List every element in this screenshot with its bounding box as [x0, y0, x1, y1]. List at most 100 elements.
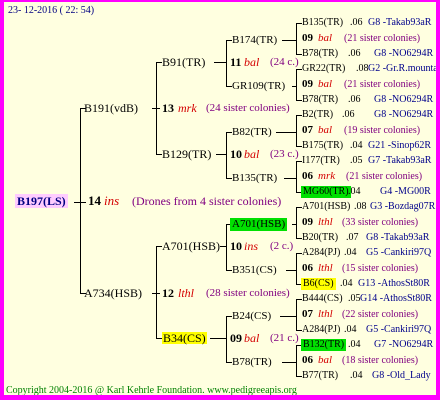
gen3-queen[interactable]: B24(CS)	[232, 311, 271, 322]
connector	[152, 293, 160, 294]
gen4-queen[interactable]: B6(CS)	[301, 278, 336, 290]
gen4-note: (19 sister colonies)	[344, 125, 421, 136]
gen2-note: (23 c.)	[270, 148, 299, 160]
root-species: ins	[104, 193, 120, 208]
dam-queen[interactable]: A734(HSB)	[84, 287, 142, 299]
gen4-fraction: .06	[348, 94, 361, 105]
root-queen[interactable]: B197(LS)	[15, 194, 68, 208]
gen4-generation: 07	[302, 124, 313, 136]
gen2-generation: 10	[230, 239, 242, 253]
gen1-note: (24 sister colonies)	[206, 102, 290, 114]
gen4-note: (15 sister colonies)	[342, 263, 419, 274]
gen4-queen[interactable]: B2(TR)	[302, 110, 333, 120]
gen4-queen[interactable]: B78(TR)	[302, 49, 338, 59]
gen2-queen[interactable]: B91(TR)	[162, 56, 205, 68]
connector	[156, 246, 157, 338]
gen4-origin: G8 -NO6294R	[374, 48, 434, 59]
gen3-queen[interactable]: B351(CS)	[232, 265, 277, 276]
gen4-origin: G2 -Gr.R.mounta	[368, 63, 436, 74]
gen3-queen[interactable]: A701(HSB)	[230, 218, 288, 231]
connector	[280, 316, 296, 317]
gen4-queen[interactable]: B77(TR)	[302, 371, 338, 381]
gen4-origin: G8 -NO6294R	[374, 109, 434, 120]
connector	[226, 224, 227, 270]
gen4-species: bal	[318, 124, 333, 136]
gen4-fraction: .08	[356, 63, 369, 74]
gen4-fraction: .04	[344, 247, 357, 258]
gen4-origin: G21 -Sinop62R	[368, 140, 432, 151]
connector	[292, 224, 296, 225]
gen4-queen[interactable]: A284(PJ)	[302, 248, 340, 258]
gen4-fraction: .05	[350, 155, 363, 166]
pedigree-chart: 23- 12-2016 ( 22: 54) B197(LS) 14 ins (D…	[4, 2, 436, 395]
gen3-queen[interactable]: B174(TR)	[232, 35, 277, 46]
connector	[296, 253, 297, 284]
connector	[74, 202, 86, 203]
gen4-origin: G5 -Cankiri97Q	[366, 324, 432, 335]
connector	[296, 161, 297, 192]
gen4-generation: 07	[302, 308, 313, 320]
gen2-queen[interactable]: B129(TR)	[162, 148, 211, 160]
gen4-queen[interactable]: MG60(TR)	[301, 186, 351, 198]
gen4-fraction: .04	[350, 370, 363, 381]
gen4-note: (33 sister colonies)	[342, 217, 419, 228]
gen4-queen[interactable]: B132(TR)	[301, 339, 347, 351]
sire-queen[interactable]: B191(vdB)	[84, 102, 138, 114]
gen4-queen[interactable]: B175(TR)	[302, 141, 343, 151]
gen2-note: (21 c.)	[270, 332, 299, 344]
gen4-origin: G5 -Cankiri97Q	[366, 247, 432, 258]
gen2-species: bal	[244, 147, 260, 161]
gen3-queen[interactable]: B82(TR)	[232, 127, 272, 138]
gen3-queen[interactable]: GR109(TR)	[232, 81, 285, 92]
gen4-fraction: .05	[348, 293, 361, 304]
gen4-origin: G7 -NO6294R	[374, 339, 434, 350]
gen4-queen[interactable]: B20(TR)	[302, 233, 338, 243]
gen4-species: bal	[318, 354, 333, 366]
gen2-note: (2 c.)	[270, 240, 294, 252]
gen3-queen[interactable]: B135(TR)	[232, 173, 277, 184]
copyright-footer: Copyright 2004-2016 @ Karl Kehrle Founda…	[6, 385, 297, 396]
gen2-queen[interactable]: A701(HSB)	[162, 240, 220, 252]
connector	[220, 246, 226, 247]
gen4-fraction: .06	[350, 17, 363, 28]
gen4-queen[interactable]: A701(HSB)	[302, 202, 350, 212]
gen2-generation: 10	[230, 147, 242, 161]
gen4-fraction: .04	[348, 186, 361, 197]
connector	[292, 86, 296, 87]
connector	[296, 299, 297, 330]
gen4-queen[interactable]: B135(TR)	[302, 18, 343, 28]
gen2-queen[interactable]: B34(CS)	[162, 332, 207, 344]
gen4-fraction: .08	[354, 201, 367, 212]
root-note: (Drones from 4 sister colonies)	[132, 194, 282, 208]
connector	[296, 207, 297, 238]
gen4-fraction: .04	[344, 324, 357, 335]
gen2-species: bal	[244, 55, 260, 69]
connector	[286, 270, 296, 271]
gen4-queen[interactable]: B444(CS)	[302, 294, 343, 304]
connector	[226, 40, 227, 86]
gen4-species: lthl	[318, 216, 333, 228]
connector	[276, 132, 296, 133]
connector	[282, 40, 296, 41]
gen4-note: (22 sister colonies)	[342, 309, 419, 320]
connector	[296, 23, 297, 54]
gen4-generation: 09	[302, 32, 313, 44]
gen1-species: lthl	[178, 286, 195, 300]
gen4-fraction: .04	[350, 140, 363, 151]
gen4-origin: G14 -AthosSt80R	[360, 293, 432, 304]
gen4-note: (21 sister colonies)	[346, 171, 423, 182]
gen2-species: bal	[244, 331, 260, 345]
gen3-queen[interactable]: B78(TR)	[232, 357, 272, 368]
connector	[210, 338, 226, 339]
gen4-queen[interactable]: B78(TR)	[302, 95, 338, 105]
root-gen: 14	[88, 193, 101, 208]
gen4-generation: 06	[302, 170, 313, 182]
connector	[282, 362, 296, 363]
connector	[296, 345, 297, 376]
gen4-generation: 06	[302, 262, 313, 274]
gen4-queen[interactable]: A284(PJ)	[302, 325, 340, 335]
gen4-queen[interactable]: GR22(TR)	[302, 64, 345, 74]
gen4-fraction: .06	[348, 48, 361, 59]
gen4-queen[interactable]: I177(TR)	[302, 156, 340, 166]
gen1-generation: 13	[162, 101, 174, 115]
